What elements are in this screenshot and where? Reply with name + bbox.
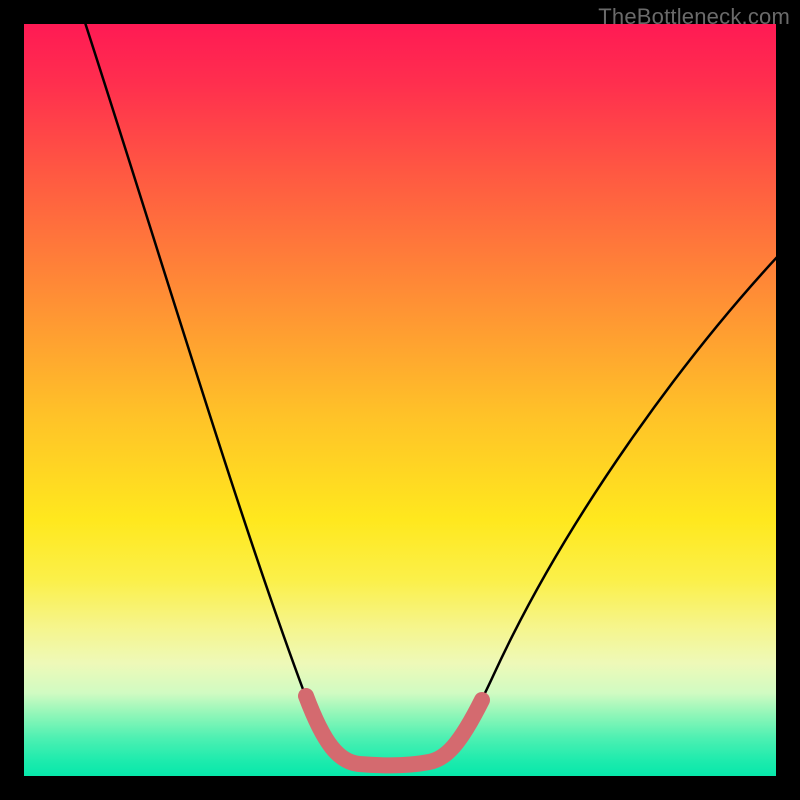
- watermark-text: TheBottleneck.com: [598, 4, 790, 30]
- plot-area: [24, 24, 776, 776]
- curve-layer: [24, 24, 776, 776]
- highlight-segment: [306, 696, 482, 765]
- bottleneck-curve: [79, 24, 776, 765]
- chart-frame: TheBottleneck.com: [0, 0, 800, 800]
